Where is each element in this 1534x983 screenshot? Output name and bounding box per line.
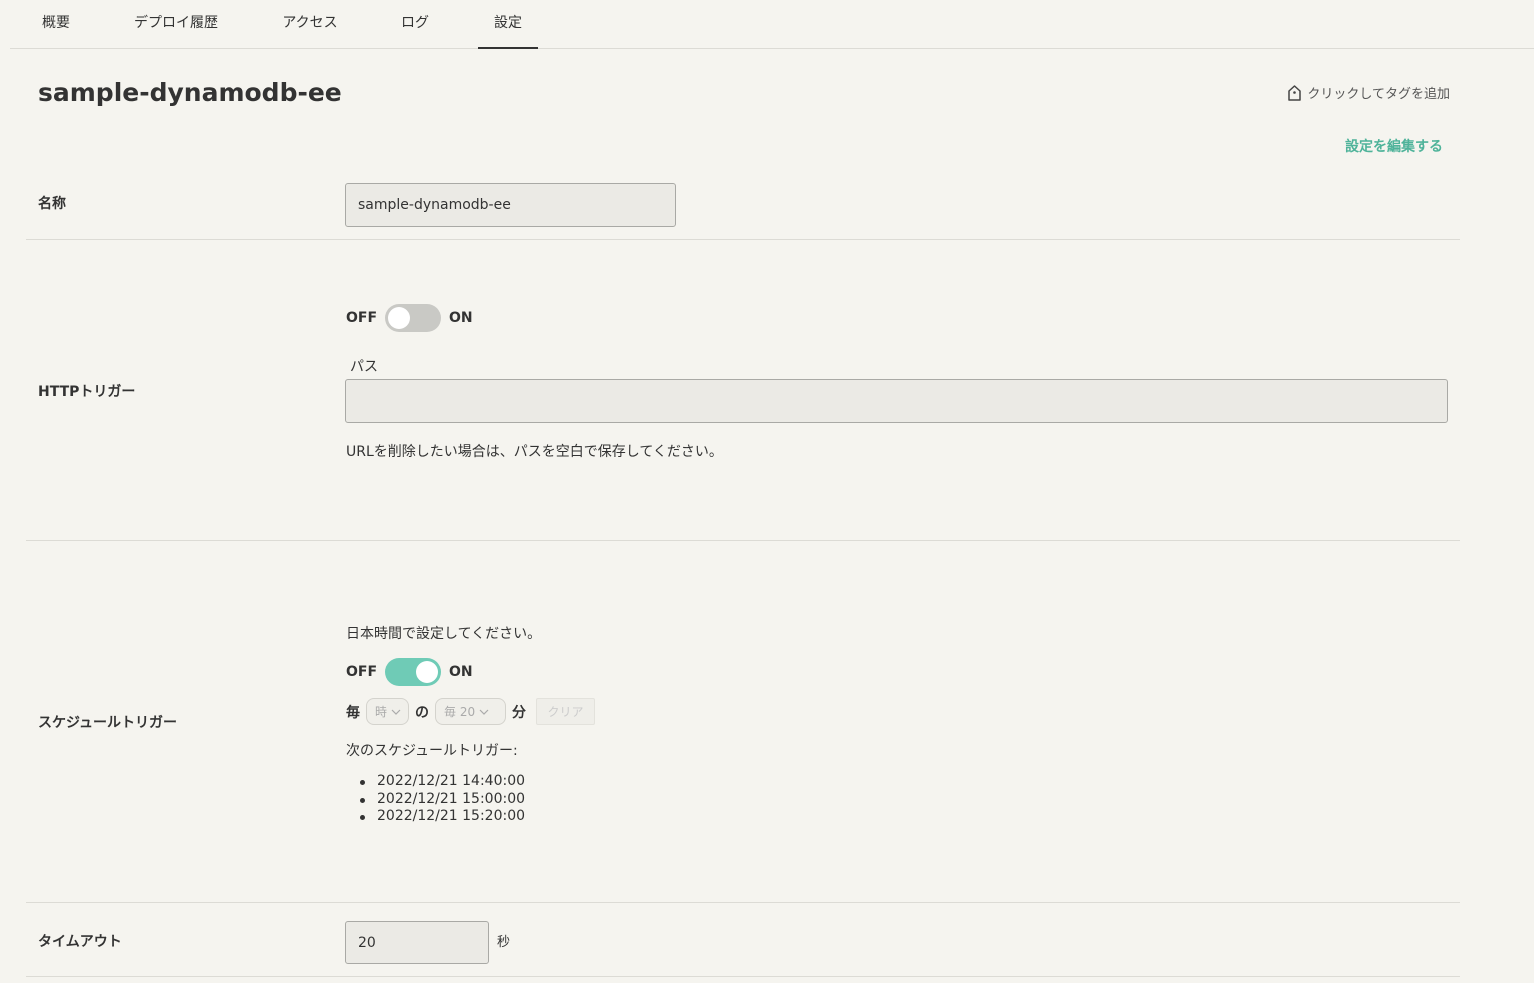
- schedule-trigger-label: スケジュールトリガー: [38, 715, 178, 731]
- timeout-input[interactable]: 20: [345, 921, 489, 964]
- toggle-off-label: OFF: [346, 310, 378, 326]
- chevron-down-icon: [391, 709, 401, 715]
- edit-settings-link[interactable]: 設定を編集する: [1345, 136, 1443, 156]
- name-input[interactable]: sample-dynamodb-ee: [345, 183, 676, 227]
- http-trigger-toggle-row: OFF ON: [346, 304, 473, 332]
- path-note: URLを削除したい場合は、パスを空白で保存してください。: [346, 444, 723, 460]
- add-tag-button[interactable]: クリックしてタグを追加: [1288, 83, 1450, 102]
- every-label: 毎: [346, 704, 360, 721]
- of-label: の: [415, 704, 429, 721]
- tab-settings[interactable]: 設定: [478, 0, 538, 49]
- timezone-note: 日本時間で設定してください。: [346, 626, 542, 642]
- http-trigger-label: HTTPトリガー: [38, 384, 136, 400]
- name-label: 名称: [38, 196, 66, 212]
- list-item: 2022/12/21 15:20:00: [359, 808, 526, 824]
- switch-knob: [416, 661, 439, 683]
- tab-logs[interactable]: ログ: [388, 0, 442, 49]
- schedule-trigger-switch[interactable]: [385, 658, 442, 686]
- timeout-unit: 秒: [497, 935, 511, 950]
- http-trigger-switch[interactable]: [385, 304, 442, 332]
- toggle-on-label: ON: [449, 664, 473, 680]
- toggle-on-label: ON: [449, 310, 473, 326]
- unit-select[interactable]: 時: [366, 698, 409, 725]
- toggle-off-label: OFF: [346, 664, 378, 680]
- add-tag-label: クリックしてタグを追加: [1307, 87, 1450, 102]
- divider: [26, 540, 1460, 541]
- next-schedule-list: 2022/12/21 14:40:00 2022/12/21 15:00:00 …: [359, 773, 526, 826]
- minute-select-value: 毎 20: [444, 705, 476, 719]
- tag-icon: [1288, 84, 1302, 101]
- divider: [26, 239, 1460, 240]
- switch-knob: [388, 307, 411, 329]
- path-input[interactable]: [345, 379, 1448, 423]
- tab-deploy-history[interactable]: デプロイ履歴: [126, 0, 226, 49]
- unit-select-value: 時: [375, 705, 388, 719]
- divider: [26, 976, 1460, 977]
- tab-access[interactable]: アクセス: [272, 0, 348, 49]
- chevron-down-icon: [479, 709, 489, 715]
- schedule-trigger-toggle-row: OFF ON: [346, 658, 473, 686]
- tab-bar: 概要 デプロイ履歴 アクセス ログ 設定: [10, 0, 1534, 49]
- minute-select[interactable]: 毎 20: [435, 698, 506, 725]
- path-label: パス: [350, 359, 378, 375]
- next-schedule-heading: 次のスケジュールトリガー:: [346, 743, 518, 759]
- list-item: 2022/12/21 15:00:00: [359, 790, 526, 807]
- tab-overview[interactable]: 概要: [28, 0, 84, 49]
- clear-button[interactable]: クリア: [536, 698, 595, 725]
- schedule-editor: 毎 時 の 毎 20 分 クリア: [346, 698, 595, 725]
- minute-label: 分: [512, 704, 526, 721]
- page-title: sample-dynamodb-ee: [38, 78, 342, 107]
- timeout-label: タイムアウト: [38, 934, 122, 950]
- list-item: 2022/12/21 14:40:00: [359, 773, 526, 789]
- divider: [26, 902, 1460, 903]
